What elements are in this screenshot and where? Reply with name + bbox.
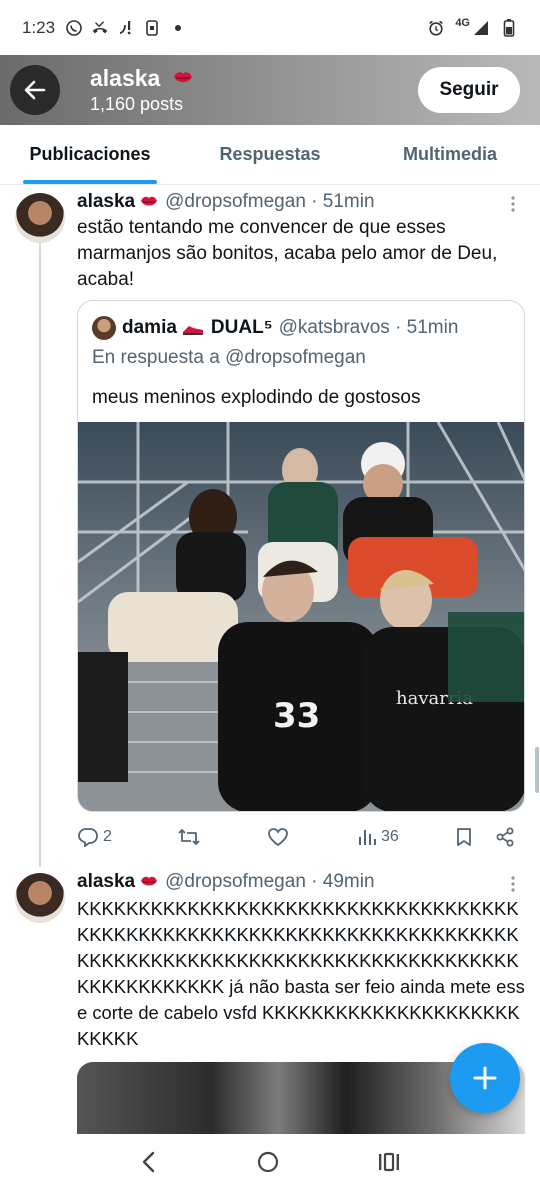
avatar[interactable] bbox=[15, 193, 65, 243]
quote-display-name: damia bbox=[122, 317, 177, 338]
repost-button[interactable] bbox=[177, 827, 267, 847]
alarm-icon bbox=[427, 19, 445, 37]
share-icon bbox=[496, 827, 514, 847]
repost-icon bbox=[178, 829, 200, 845]
dot-icon bbox=[169, 19, 187, 37]
tab-multimedia[interactable]: Multimedia bbox=[360, 125, 540, 184]
quote-handle-time: @katsbravos · 51min bbox=[278, 317, 459, 338]
views-count: 36 bbox=[381, 828, 399, 845]
wifi-call-icon bbox=[117, 19, 135, 37]
status-bar: 1:23 4G bbox=[0, 0, 540, 55]
back-button[interactable] bbox=[10, 65, 60, 115]
more-options-icon[interactable] bbox=[510, 195, 516, 213]
quote-text: meus meninos explodindo de gostosos bbox=[92, 387, 421, 408]
tab-respuestas[interactable]: Respuestas bbox=[180, 125, 360, 184]
reply-icon bbox=[78, 828, 98, 847]
heart-icon bbox=[268, 828, 288, 847]
whatsapp-icon bbox=[65, 19, 83, 37]
nav-back-button[interactable] bbox=[139, 1150, 159, 1179]
profile-header: alaska 1,160 posts Seguir bbox=[0, 55, 540, 125]
recents-icon bbox=[379, 1152, 400, 1171]
kiss-lips-icon bbox=[141, 876, 158, 886]
compose-button[interactable] bbox=[450, 1043, 520, 1113]
tweet-header: alaska @dropsofmegan · 51min bbox=[77, 191, 375, 213]
tweet-handle-time: @dropsofmegan · 51min bbox=[165, 191, 375, 212]
screenshot-icon bbox=[143, 19, 161, 37]
nav-home-button[interactable] bbox=[256, 1150, 280, 1179]
arrow-left-icon bbox=[24, 80, 46, 100]
tab-publicaciones[interactable]: Publicaciones bbox=[0, 125, 180, 184]
tweet-handle-time: @dropsofmegan · 49min bbox=[165, 871, 375, 892]
profile-name: alaska bbox=[90, 65, 195, 92]
profile-tabs: Publicaciones Respuestas Multimedia bbox=[0, 125, 540, 185]
quoted-tweet[interactable]: damia DUAL⁵ @katsbravos · 51min En respu… bbox=[77, 300, 525, 812]
quote-avatar bbox=[92, 316, 116, 340]
avatar[interactable] bbox=[15, 873, 65, 923]
status-time: 1:23 bbox=[22, 17, 56, 37]
thread-connector-line bbox=[39, 243, 41, 867]
chevron-left-icon bbox=[142, 1151, 154, 1172]
tweet-display-name[interactable]: alaska bbox=[77, 871, 135, 893]
red-shoe-icon bbox=[182, 326, 203, 335]
views-chart-icon bbox=[359, 830, 376, 845]
post-count: 1,160 posts bbox=[90, 94, 184, 114]
svg-text:33: 33 bbox=[273, 696, 320, 736]
reply-count: 2 bbox=[103, 828, 112, 845]
battery-icon bbox=[500, 18, 518, 37]
network-type: 4G bbox=[455, 16, 470, 29]
nav-recents-button[interactable] bbox=[377, 1151, 401, 1178]
tweet-text: estão tentando me convencer de que esses… bbox=[77, 217, 498, 290]
quote-photo[interactable]: 33 havarria bbox=[78, 422, 525, 812]
tweet-actions: 2 36 bbox=[77, 822, 525, 852]
bookmark-icon bbox=[457, 828, 471, 846]
quote-name-suffix: DUAL⁵ bbox=[210, 317, 273, 338]
tweet-text: KKKKKKKKKKKKKKKKKKKKKKKKKKKKKKKKKKKKKKKK… bbox=[77, 898, 525, 1049]
scrollbar[interactable] bbox=[535, 747, 539, 793]
quote-header: damia DUAL⁵ @katsbravos · 51min bbox=[92, 316, 458, 340]
tweet-header: alaska @dropsofmegan · 49min bbox=[77, 871, 375, 893]
bookmark-button[interactable] bbox=[455, 827, 495, 847]
plus-icon bbox=[473, 1066, 497, 1090]
tweet-display-name[interactable]: alaska bbox=[77, 191, 135, 213]
missed-call-icon bbox=[91, 19, 109, 37]
like-button[interactable] bbox=[267, 827, 357, 847]
views-button[interactable]: 36 bbox=[357, 828, 455, 846]
kiss-lips-icon bbox=[173, 72, 192, 83]
system-nav-bar bbox=[0, 1134, 540, 1194]
kiss-lips-icon bbox=[141, 196, 158, 206]
share-button[interactable] bbox=[495, 827, 515, 847]
follow-button[interactable]: Seguir bbox=[418, 67, 520, 113]
reply-button[interactable]: 2 bbox=[77, 827, 177, 847]
quote-reply-to: En respuesta a @dropsofmegan bbox=[92, 347, 366, 368]
home-circle-icon bbox=[257, 1151, 279, 1172]
more-options-icon[interactable] bbox=[510, 875, 516, 893]
signal-icon bbox=[472, 19, 490, 37]
